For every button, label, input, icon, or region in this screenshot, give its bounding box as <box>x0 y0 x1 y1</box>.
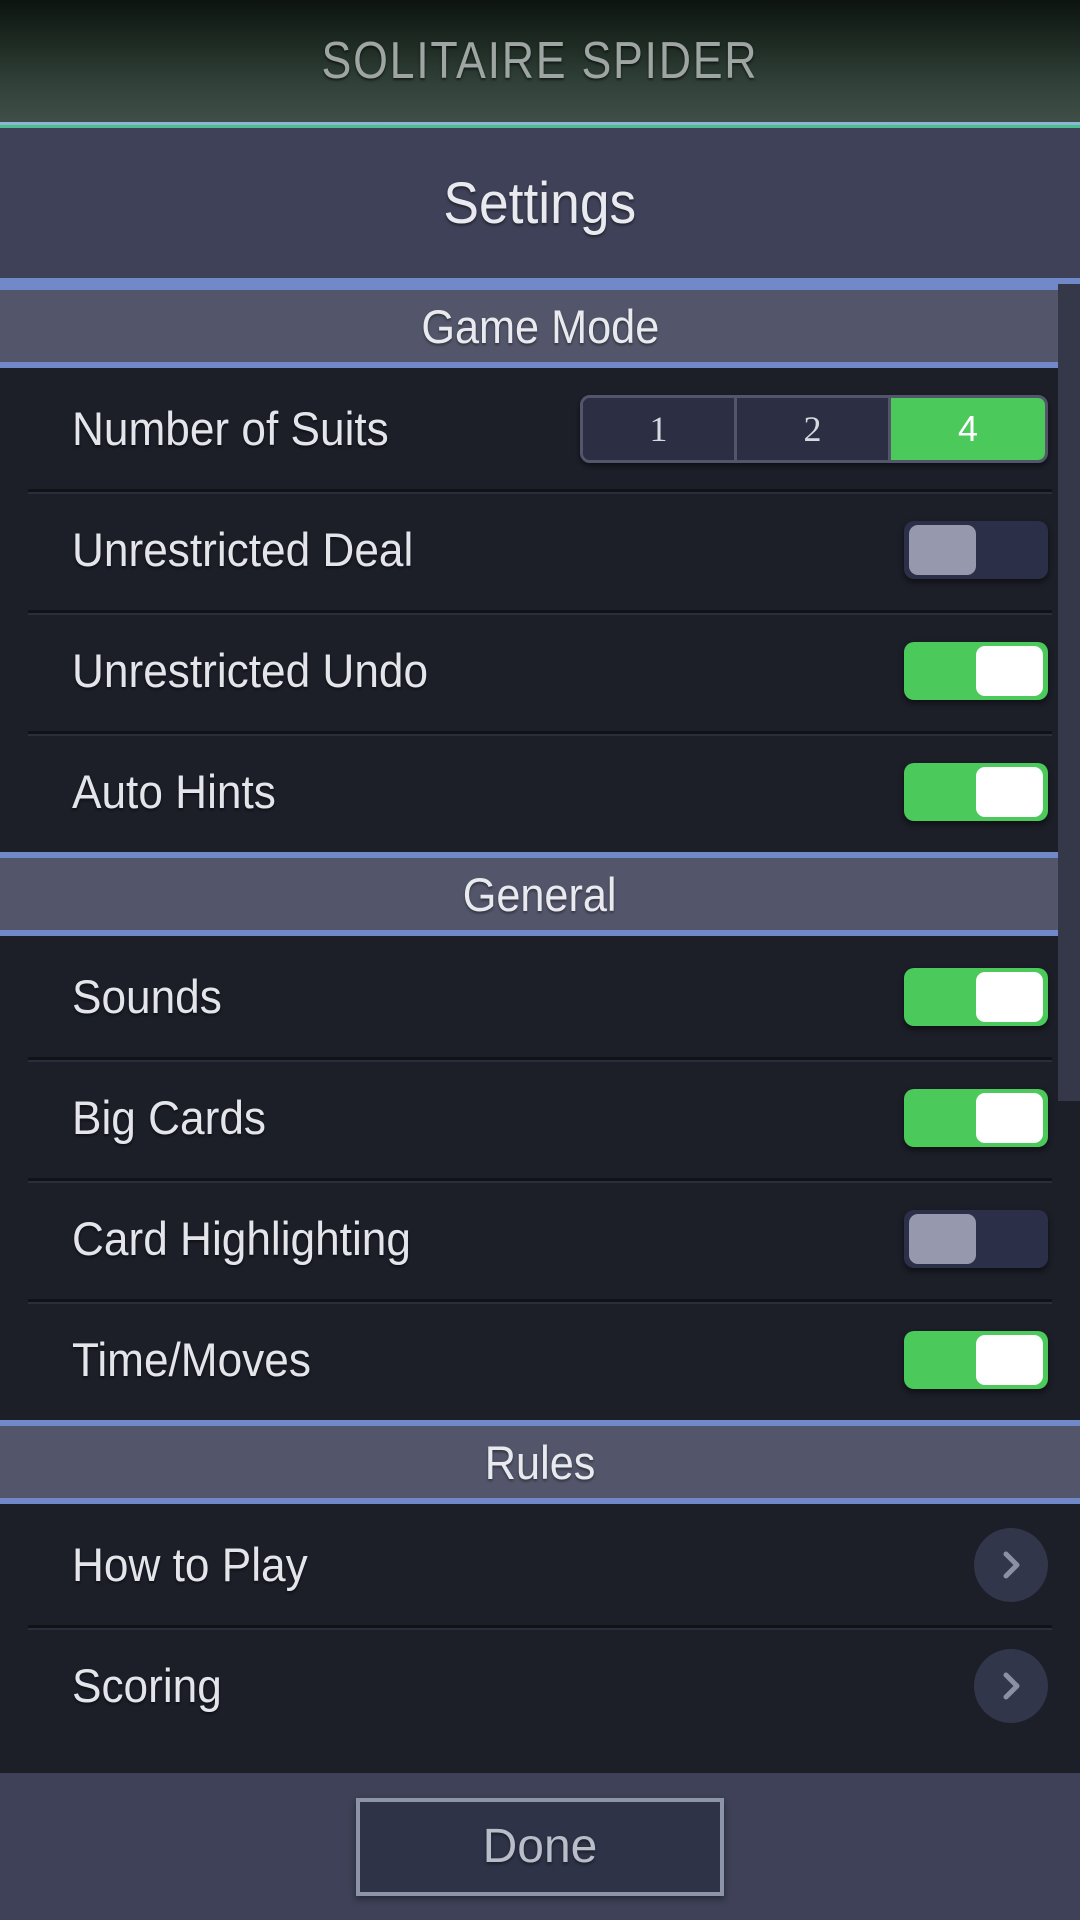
settings-row-label: Scoring <box>72 1659 222 1712</box>
settings-row[interactable]: How to Play <box>0 1504 1080 1625</box>
toggle-knob <box>909 1213 976 1264</box>
toggle-switch[interactable] <box>904 641 1048 700</box>
settings-row-label: Time/Moves <box>72 1333 311 1386</box>
chevron-right-icon[interactable] <box>974 1527 1048 1602</box>
suits-option-2[interactable]: 2 <box>737 397 891 460</box>
section-header: Rules <box>0 1420 1080 1504</box>
settings-row-label: Big Cards <box>72 1091 266 1144</box>
settings-row[interactable]: Unrestricted Undo <box>0 610 1080 731</box>
settings-row-label: Sounds <box>72 970 222 1023</box>
toggle-switch[interactable] <box>904 1209 1048 1268</box>
settings-screen: SOLITAIRE SPIDER Settings Game Mode Numbe… <box>0 0 1080 1920</box>
settings-row-label: How to Play <box>72 1538 308 1591</box>
settings-scroll-area[interactable]: Game Mode Number of Suits 1 2 4 Unrestricted … <box>0 284 1080 1773</box>
toggle-switch[interactable] <box>904 967 1048 1026</box>
section-header: General <box>0 852 1080 936</box>
toggle-knob <box>976 1092 1043 1143</box>
toggle-switch[interactable] <box>904 1330 1048 1389</box>
toggle-switch[interactable] <box>904 520 1048 579</box>
scrollbar-thumb[interactable] <box>1058 284 1080 1101</box>
toggle-switch[interactable] <box>904 1088 1048 1147</box>
done-button[interactable]: Done <box>356 1797 724 1896</box>
toggle-knob <box>976 971 1043 1022</box>
settings-row-label: Unrestricted Deal <box>72 523 414 576</box>
toggle-knob <box>976 1334 1043 1385</box>
toggle-switch[interactable] <box>904 762 1048 821</box>
settings-row[interactable]: Big Cards <box>0 1057 1080 1178</box>
section-header-label: Rules <box>484 1435 596 1489</box>
settings-title-bar: Settings <box>0 128 1080 278</box>
settings-row-label: Number of Suits <box>72 402 389 455</box>
section-header-label: Game Mode <box>421 299 659 353</box>
section-header-label: General <box>463 867 617 921</box>
settings-list: Game Mode Number of Suits 1 2 4 Unrestricted … <box>0 284 1080 1746</box>
suits-option-4[interactable]: 4 <box>891 397 1045 460</box>
toggle-knob <box>909 524 976 575</box>
suits-segmented-control[interactable]: 124 <box>580 394 1048 463</box>
footer-bar: Done <box>0 1773 1080 1920</box>
settings-row[interactable]: Unrestricted Deal <box>0 489 1080 610</box>
game-title-header: SOLITAIRE SPIDER <box>0 0 1080 122</box>
settings-row[interactable]: Number of Suits 1 2 4 <box>0 368 1080 489</box>
settings-row[interactable]: Scoring <box>0 1625 1080 1746</box>
page-title: Settings <box>443 170 637 236</box>
scrollbar[interactable] <box>1058 284 1080 1773</box>
settings-row-label: Unrestricted Undo <box>72 644 429 697</box>
settings-row-label: Auto Hints <box>72 765 276 818</box>
done-button-label: Done <box>482 1820 598 1873</box>
settings-row-label: Card Highlighting <box>72 1212 411 1265</box>
toggle-knob <box>976 645 1043 696</box>
settings-row[interactable]: Card Highlighting <box>0 1178 1080 1299</box>
game-title: SOLITAIRE SPIDER <box>321 32 759 90</box>
settings-row[interactable]: Auto Hints <box>0 731 1080 852</box>
settings-row[interactable]: Sounds <box>0 936 1080 1057</box>
section-header: Game Mode <box>0 284 1080 368</box>
chevron-right-icon[interactable] <box>974 1648 1048 1723</box>
toggle-knob <box>976 766 1043 817</box>
settings-row[interactable]: Time/Moves <box>0 1299 1080 1420</box>
suits-option-1[interactable]: 1 <box>583 397 737 460</box>
